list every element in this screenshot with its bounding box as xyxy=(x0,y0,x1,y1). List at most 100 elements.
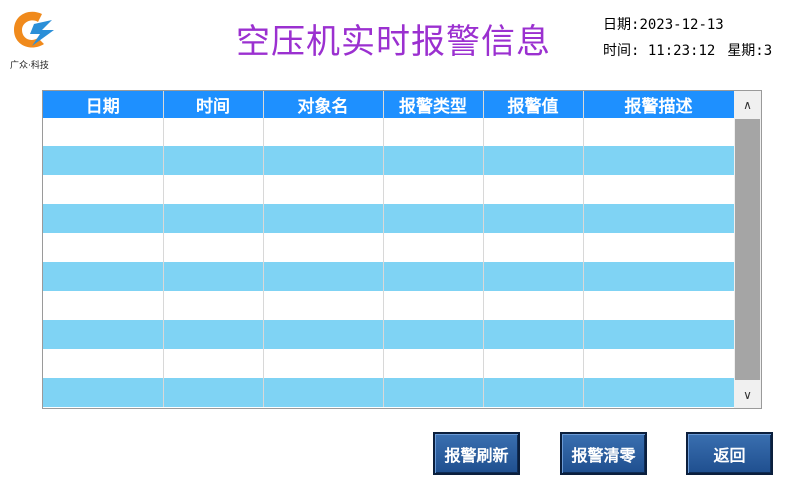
chevron-down-icon: ∨ xyxy=(743,387,752,402)
table-row[interactable] xyxy=(43,291,735,320)
column-header-alarm-value[interactable]: 报警值 xyxy=(483,91,584,118)
table-cell xyxy=(263,262,384,291)
table-cell xyxy=(383,233,484,262)
table-cell xyxy=(43,378,164,407)
time-display: 时间: 11:23:12 星期:3 xyxy=(603,40,772,60)
table-cell xyxy=(483,378,584,407)
table-cell xyxy=(263,349,384,378)
table-row[interactable] xyxy=(43,233,735,262)
table-cell xyxy=(43,204,164,233)
table-cell xyxy=(163,291,264,320)
table-cell xyxy=(163,262,264,291)
table-cell xyxy=(263,204,384,233)
table-cell xyxy=(483,291,584,320)
column-header-time[interactable]: 时间 xyxy=(163,91,264,118)
chevron-up-icon: ∧ xyxy=(743,97,752,112)
table-cell xyxy=(483,233,584,262)
table-cell xyxy=(483,118,584,146)
table-cell xyxy=(43,262,164,291)
alarm-clear-button[interactable]: 报警清零 xyxy=(560,432,647,475)
table-row[interactable] xyxy=(43,118,735,146)
table-cell xyxy=(163,146,264,175)
table-cell xyxy=(583,146,735,175)
logo-icon xyxy=(14,11,54,48)
table-cell xyxy=(383,320,484,349)
table-row[interactable] xyxy=(43,349,735,378)
column-header-alarm-type[interactable]: 报警类型 xyxy=(383,91,484,118)
table-body xyxy=(43,118,735,407)
table-cell xyxy=(263,233,384,262)
table-cell xyxy=(483,349,584,378)
table-cell xyxy=(483,204,584,233)
table-cell xyxy=(583,204,735,233)
company-logo: 广众·科技 xyxy=(6,6,62,71)
table-cell xyxy=(383,204,484,233)
date-label: 日期: xyxy=(603,17,640,33)
table-row[interactable] xyxy=(43,320,735,349)
table-cell xyxy=(163,320,264,349)
table-cell xyxy=(583,349,735,378)
table-cell xyxy=(43,118,164,146)
table-cell xyxy=(583,233,735,262)
table-cell xyxy=(163,349,264,378)
alarm-table[interactable]: 日期 时间 对象名 报警类型 报警值 报警描述 ∧ ∨ xyxy=(42,90,762,409)
table-cell xyxy=(263,320,384,349)
table-cell xyxy=(583,175,735,204)
table-cell xyxy=(43,349,164,378)
vertical-scrollbar[interactable]: ∧ ∨ xyxy=(734,91,761,408)
table-cell xyxy=(43,233,164,262)
table-cell xyxy=(583,291,735,320)
table-cell xyxy=(383,118,484,146)
scroll-down-button[interactable]: ∨ xyxy=(734,381,761,408)
scroll-thumb[interactable] xyxy=(735,119,760,380)
column-header-object-name[interactable]: 对象名 xyxy=(263,91,384,118)
weekday-value: 3 xyxy=(763,43,773,59)
table-cell xyxy=(583,118,735,146)
back-button[interactable]: 返回 xyxy=(686,432,773,475)
table-cell xyxy=(383,175,484,204)
date-display: 日期:2023-12-13 xyxy=(603,14,724,34)
table-cell xyxy=(383,262,484,291)
table-cell xyxy=(43,320,164,349)
table-cell xyxy=(163,175,264,204)
table-cell xyxy=(263,175,384,204)
table-cell xyxy=(263,118,384,146)
table-cell xyxy=(163,118,264,146)
table-row[interactable] xyxy=(43,378,735,407)
page-title: 空压机实时报警信息 xyxy=(236,22,551,62)
table-row[interactable] xyxy=(43,262,735,291)
table-row[interactable] xyxy=(43,204,735,233)
table-cell xyxy=(163,204,264,233)
table-cell xyxy=(263,146,384,175)
column-header-date[interactable]: 日期 xyxy=(43,91,164,118)
table-cell xyxy=(483,262,584,291)
table-cell xyxy=(483,320,584,349)
table-cell xyxy=(583,378,735,407)
table-cell xyxy=(163,378,264,407)
table-cell xyxy=(43,291,164,320)
time-label: 时间: xyxy=(603,43,640,59)
table-cell xyxy=(263,378,384,407)
table-cell xyxy=(583,262,735,291)
scroll-up-button[interactable]: ∧ xyxy=(734,91,761,118)
table-cell xyxy=(263,291,384,320)
table-cell xyxy=(163,233,264,262)
table-cell xyxy=(383,349,484,378)
table-cell xyxy=(483,146,584,175)
alarm-table-grid: 日期 时间 对象名 报警类型 报警值 报警描述 xyxy=(43,91,735,407)
table-cell xyxy=(43,146,164,175)
table-cell xyxy=(383,378,484,407)
time-value: 11:23:12 xyxy=(647,43,716,59)
table-cell xyxy=(43,175,164,204)
table-header-row: 日期 时间 对象名 报警类型 报警值 报警描述 xyxy=(43,91,735,118)
alarm-refresh-button[interactable]: 报警刷新 xyxy=(433,432,520,475)
column-header-alarm-description[interactable]: 报警描述 xyxy=(583,91,735,118)
table-row[interactable] xyxy=(43,175,735,204)
table-cell xyxy=(583,320,735,349)
date-value: 2023-12-13 xyxy=(639,17,724,33)
table-cell xyxy=(483,175,584,204)
logo-text: 广众·科技 xyxy=(10,61,49,71)
table-row[interactable] xyxy=(43,146,735,175)
table-cell xyxy=(383,291,484,320)
table-cell xyxy=(383,146,484,175)
